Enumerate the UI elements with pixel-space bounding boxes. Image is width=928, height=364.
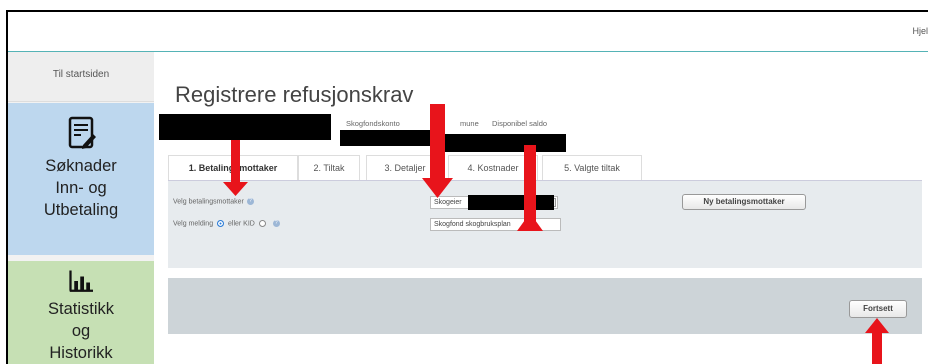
help-link[interactable]: Hjel <box>912 26 928 36</box>
payee-field-label: Velg betalingsmottaker? <box>173 198 254 205</box>
redaction-block <box>468 195 554 210</box>
redaction-block <box>159 114 331 140</box>
tab-selected-measures[interactable]: 5. Valgte tiltak <box>542 155 642 180</box>
balance-label: Disponibel saldo <box>492 119 548 128</box>
message-label-text: Velg melding <box>173 220 214 228</box>
tile-applications-label: Søknader Inn- og Utbetaling <box>43 157 119 219</box>
tile-statistics-label: Statistikk og Historikk <box>47 300 115 362</box>
form-panel: Velg betalingsmottaker? Velg melding ell… <box>168 180 922 268</box>
top-bar: Hjel <box>8 12 928 52</box>
tab-measures[interactable]: 2. Tiltak <box>298 155 360 180</box>
redaction-block <box>340 130 442 146</box>
tile-applications[interactable]: Søknader Inn- og Utbetaling <box>8 103 154 255</box>
tab-payee[interactable]: 1. Betalingsmottaker <box>168 155 298 180</box>
or-kid-label: eller KID <box>228 220 255 228</box>
message-field-label: Velg melding eller KID ? <box>173 220 280 227</box>
bar-chart-icon <box>69 270 93 292</box>
help-icon[interactable]: ? <box>246 198 254 205</box>
kid-radio[interactable] <box>258 220 266 227</box>
municipality-label: mune <box>460 119 479 128</box>
sidebar: Til startsiden Søknader Inn- og Utbetali… <box>8 52 154 364</box>
account-label: Skogfondskonto <box>346 119 400 128</box>
tile-statistics[interactable]: Statistikk og Historikk <box>8 261 154 364</box>
new-payee-button[interactable]: Ny betalingsmottaker <box>682 194 806 210</box>
form-edit-icon <box>68 116 96 149</box>
app-window: Hjel Til startsiden Søknader Inn- og Utb… <box>6 10 928 364</box>
form-footer: Fortsett <box>168 278 922 334</box>
redaction-block <box>444 134 566 152</box>
main-content: Registrere refusjonskrav Skogfondskonto … <box>154 52 928 364</box>
payee-label-text: Velg betalingsmottaker <box>173 198 244 206</box>
payee-select-value: Skogeier <box>434 199 462 206</box>
help-icon[interactable]: ? <box>272 220 280 227</box>
message-input[interactable]: Skogfond skogbruksplan <box>430 218 561 231</box>
tab-costs[interactable]: 4. Kostnader <box>448 155 538 180</box>
message-radio[interactable] <box>217 220 225 227</box>
continue-button[interactable]: Fortsett <box>849 300 907 318</box>
step-tabs: 1. Betalingsmottaker 2. Tiltak 3. Detalj… <box>168 155 922 180</box>
home-link[interactable]: Til startsiden <box>8 52 154 102</box>
tab-details[interactable]: 3. Detaljer <box>366 155 444 180</box>
page-title: Registrere refusjonskrav <box>175 82 414 107</box>
